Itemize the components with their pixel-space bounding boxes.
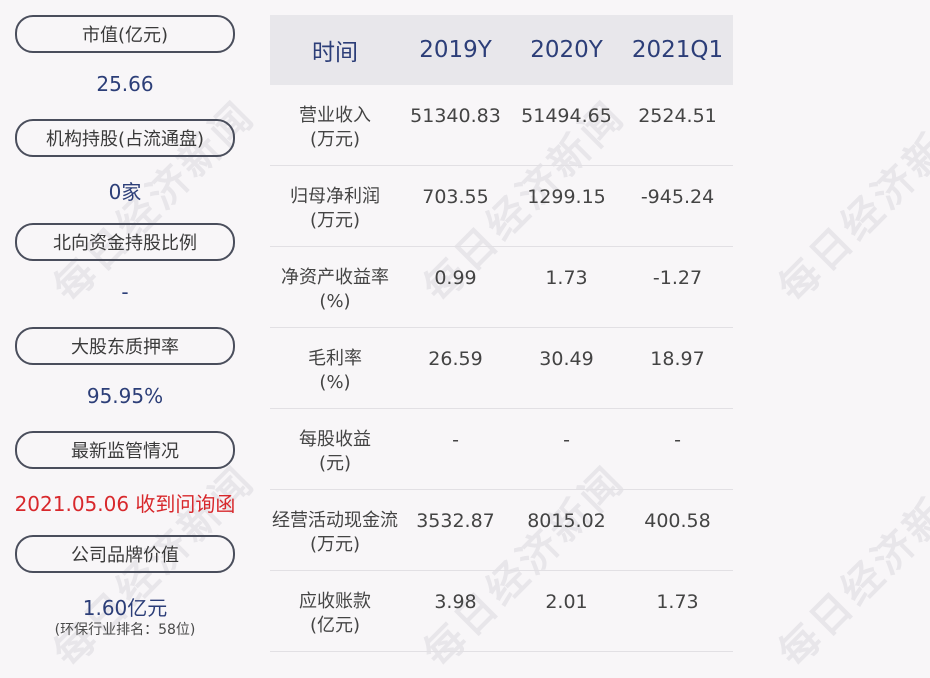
table-cell: 2524.51 xyxy=(638,105,717,127)
table-header: 时间 2019Y 2020Y 2021Q1 xyxy=(270,15,733,85)
table-cell: 2.01 xyxy=(545,591,588,613)
table-cell: 3.98 xyxy=(434,591,477,613)
table-row: 毛利率 (%) 26.59 30.49 18.97 xyxy=(270,328,733,409)
watermark: 每日经济新闻 xyxy=(770,457,930,677)
pledge-rate-value: 95.95% xyxy=(86,384,164,408)
table-row: 经营活动现金流 (万元) 3532.87 8015.02 400.58 xyxy=(270,490,733,571)
regulatory-status-label: 最新监管情况 xyxy=(15,431,235,469)
table-cell: 0.99 xyxy=(434,267,477,289)
table-cell: 30.49 xyxy=(539,348,594,370)
row-label: 归母净利润 (万元) xyxy=(290,186,380,231)
row-label: 净资产收益率 (%) xyxy=(281,267,389,312)
table-row: 净资产收益率 (%) 0.99 1.73 -1.27 xyxy=(270,247,733,328)
brand-value-value: 1.60亿元 xyxy=(82,596,168,620)
brand-rank-note: (环保行业排名：58位) xyxy=(54,622,196,638)
table-row: 每股收益 (元) - - - xyxy=(270,409,733,490)
regulatory-status-value: 2021.05.06 收到问询函 xyxy=(14,492,236,516)
table-cell: 400.58 xyxy=(644,510,711,532)
table-cell: 703.55 xyxy=(422,186,489,208)
table-cell: 3532.87 xyxy=(416,510,495,532)
northbound-holding-label: 北向资金持股比例 xyxy=(15,223,235,261)
table-cell: - xyxy=(674,429,681,451)
header-period: 时间 xyxy=(312,40,358,66)
table-row: 归母净利润 (万元) 703.55 1299.15 -945.24 xyxy=(270,166,733,247)
brand-value-label: 公司品牌价值 xyxy=(15,535,235,573)
row-label: 经营活动现金流 (万元) xyxy=(272,510,398,555)
institutional-holdings-value: 0家 xyxy=(108,180,142,204)
table-cell: 51340.83 xyxy=(410,105,501,127)
row-label: 应收账款 (亿元) xyxy=(299,591,371,636)
table-cell: 18.97 xyxy=(650,348,705,370)
header-2021q1: 2021Q1 xyxy=(631,37,724,63)
table-cell: 26.59 xyxy=(428,348,483,370)
watermark: 每日经济新闻 xyxy=(770,92,930,312)
table-cell: - xyxy=(563,429,570,451)
table-cell: 8015.02 xyxy=(527,510,606,532)
header-2019: 2019Y xyxy=(419,37,492,63)
market-cap-label: 市值(亿元) xyxy=(15,15,235,53)
table-cell: -945.24 xyxy=(640,186,715,208)
table-cell: 1299.15 xyxy=(527,186,606,208)
table-cell: 1.73 xyxy=(656,591,699,613)
header-2020: 2020Y xyxy=(530,37,603,63)
northbound-holding-value: - xyxy=(121,280,129,304)
row-label: 毛利率 (%) xyxy=(308,348,362,393)
table-cell: -1.27 xyxy=(652,267,703,289)
row-label: 每股收益 (元) xyxy=(299,429,371,474)
stock-summary-panel: 市值(亿元) 25.66 机构持股(占流通盘) 0家 北向资金持股比例 - 大股… xyxy=(0,0,250,667)
market-cap-value: 25.66 xyxy=(96,72,154,96)
financial-table: 时间 2019Y 2020Y 2021Q1 营业收入 (万元) 51340.83 … xyxy=(270,15,733,652)
pledge-rate-label: 大股东质押率 xyxy=(15,327,235,365)
table-row: 营业收入 (万元) 51340.83 51494.65 2524.51 xyxy=(270,85,733,166)
row-label: 营业收入 (万元) xyxy=(299,105,371,150)
table-row: 应收账款 (亿元) 3.98 2.01 1.73 xyxy=(270,571,733,652)
institutional-holdings-label: 机构持股(占流通盘) xyxy=(15,119,235,157)
table-cell: 1.73 xyxy=(545,267,588,289)
table-cell: 51494.65 xyxy=(521,105,612,127)
table-cell: - xyxy=(452,429,459,451)
